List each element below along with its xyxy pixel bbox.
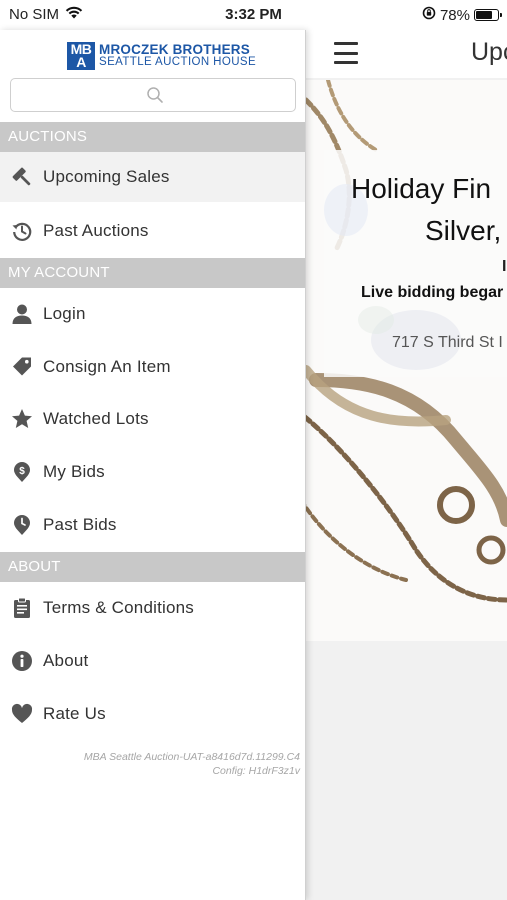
nav-item-consign-an-item[interactable]: Consign An Item [0, 342, 305, 392]
orientation-lock-icon [422, 6, 436, 24]
gavel-icon [10, 165, 34, 189]
nav-item-watched-lots[interactable]: Watched Lots [0, 394, 305, 444]
nav-item-login[interactable]: Login [0, 289, 305, 339]
version-info: MBA Seattle Auction-UAT-a8416d7d.11299.C… [84, 750, 300, 778]
nav-item-rate-us[interactable]: Rate Us [0, 689, 305, 739]
main-topbar: Upc [306, 30, 507, 78]
info-icon [10, 649, 34, 673]
logo: MB A MROCZEK BROTHERS SEATTLE AUCTION HOU… [67, 42, 256, 70]
side-drawer: MB A MROCZEK BROTHERS SEATTLE AUCTION HOU… [0, 30, 306, 900]
nav-item-terms-conditions[interactable]: Terms & Conditions [0, 583, 305, 633]
main-title: Upc [471, 38, 507, 66]
logo-mark: MB A [67, 42, 95, 70]
search-box[interactable] [10, 78, 296, 112]
logo-subtitle: SEATTLE AUCTION HOUSE [99, 56, 257, 68]
version-config: Config: H1drF3z1v [212, 765, 300, 777]
version-build: MBA Seattle Auction-UAT-a8416d7d.11299.C… [83, 751, 300, 763]
user-icon [10, 302, 34, 326]
battery-fill [476, 11, 492, 19]
nav-item-label: Login [43, 304, 86, 323]
section-header-my-account: MY ACCOUNT [0, 258, 305, 288]
nav-item-label: Past Bids [43, 515, 117, 534]
nav-item-past-bids[interactable]: Past Bids [0, 500, 305, 550]
sale-date: I [502, 258, 507, 275]
dollar-pin-icon: $ [10, 460, 34, 484]
svg-text:$: $ [19, 466, 25, 477]
section-header-about: ABOUT [0, 552, 305, 582]
battery-icon [474, 9, 502, 21]
tag-icon [10, 355, 34, 379]
logo-title: MROCZEK BROTHERS [99, 42, 250, 57]
nav-item-label: Past Auctions [43, 221, 149, 240]
nav-item-about[interactable]: About [0, 636, 305, 686]
nav-item-label: Upcoming Sales [43, 167, 170, 186]
nav-item-label: About [43, 651, 89, 670]
heart-icon [10, 702, 34, 726]
sale-address: 717 S Third St I [392, 334, 503, 351]
sale-title: Holiday Fin Silver, [351, 168, 507, 252]
nav-item-my-bids[interactable]: $ My Bids [0, 447, 305, 497]
star-icon [10, 407, 34, 431]
clock-pin-icon [10, 513, 34, 537]
search-icon [146, 86, 164, 109]
sale-live-text: Live bidding begar [361, 284, 504, 301]
sale-info: Holiday Fin Silver, I Live bidding begar… [306, 80, 507, 640]
nav-item-label: Watched Lots [43, 409, 149, 428]
nav-item-past-auctions[interactable]: Past Auctions [0, 206, 305, 256]
sale-title-line2: Silver, [425, 215, 502, 246]
hamburger-menu-icon[interactable] [334, 42, 358, 64]
sale-title-line1: Holiday Fin [351, 173, 492, 204]
status-right: 78% [422, 6, 502, 24]
nav-item-label: My Bids [43, 462, 105, 481]
nav-item-label: Terms & Conditions [43, 598, 194, 617]
status-bar: No SIM 3:32 PM 78% [0, 0, 507, 30]
history-icon [10, 219, 34, 243]
nav-item-label: Rate Us [43, 704, 106, 723]
section-header-auctions: AUCTIONS [0, 122, 305, 152]
nav-item-upcoming-sales[interactable]: Upcoming Sales [0, 152, 305, 202]
battery-percent: 78% [439, 6, 470, 24]
clipboard-icon [10, 596, 34, 620]
nav-item-label: Consign An Item [43, 357, 171, 376]
